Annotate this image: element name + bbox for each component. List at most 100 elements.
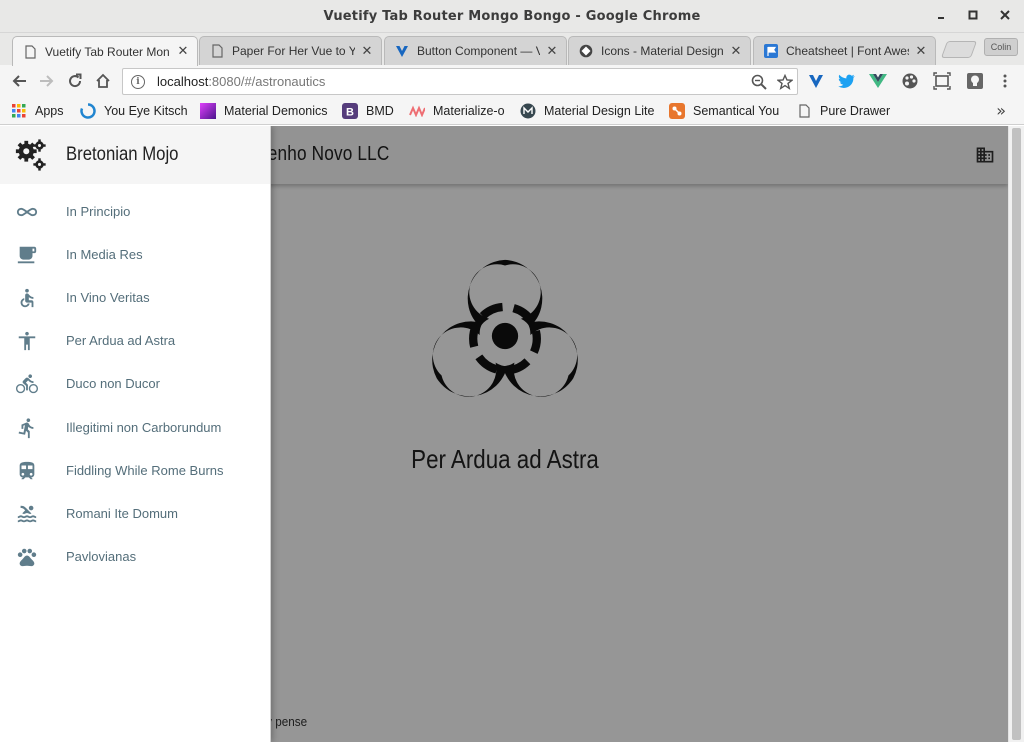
tab-label: Cheatsheet | Font Awes — [786, 44, 909, 58]
browser-tab-cheatsheet-font-awesome[interactable]: Cheatsheet | Font Awes ✕ — [753, 36, 936, 65]
tab-close-icon[interactable]: ✕ — [361, 44, 373, 59]
navigation-drawer: Bretonian Mojo In Principio In Media Res… — [0, 126, 271, 742]
train-icon — [19, 461, 35, 479]
bookmark-material-demonics[interactable]: Material Demonics — [200, 102, 328, 120]
bookmarks-overflow-icon[interactable]: » — [996, 101, 1006, 120]
tab-close-icon[interactable]: ✕ — [915, 44, 927, 59]
close-icon — [1000, 10, 1010, 20]
profile-button[interactable]: Colin — [984, 38, 1018, 56]
tab-label: Icons - Material Design — [601, 44, 724, 58]
settings-gears-icon — [15, 139, 46, 171]
bookmark-label: You Eye Kitsch — [104, 104, 188, 118]
browser-tab-icons-material-design[interactable]: Icons - Material Design ✕ — [568, 36, 751, 65]
close-window-button[interactable] — [998, 8, 1012, 22]
bookmark-label: Pure Drawer — [820, 104, 891, 118]
nav-label: Per Ardua ad Astra — [66, 333, 176, 348]
pool-icon — [17, 505, 37, 522]
nav-label: Fiddling While Rome Burns — [66, 463, 224, 478]
nav-item-per-ardua-ad-astra[interactable]: Per Ardua ad Astra — [0, 319, 270, 362]
new-tab-button[interactable] — [940, 41, 978, 58]
nav-label: Romani Ite Domum — [66, 506, 178, 521]
more-vert-icon — [1003, 74, 1007, 88]
bookmark-star-icon[interactable] — [777, 74, 793, 90]
svg-text:B: B — [346, 107, 354, 119]
window-controls — [934, 8, 1012, 22]
chrome-menu-button[interactable] — [995, 71, 1015, 91]
forward-button[interactable] — [36, 70, 58, 92]
bootstrap-icon: B — [342, 103, 358, 119]
page-scrollbar[interactable] — [1008, 126, 1024, 742]
tab-close-icon[interactable]: ✕ — [730, 44, 742, 59]
maximize-button[interactable] — [966, 8, 980, 22]
bookmark-bmd[interactable]: B BMD — [342, 102, 394, 120]
bookmark-material-design-lite[interactable]: Material Design Lite — [520, 102, 654, 120]
nav-item-in-principio[interactable]: In Principio — [0, 190, 270, 233]
bookmark-label: Apps — [35, 104, 64, 118]
reload-icon — [69, 73, 82, 88]
flag-icon — [764, 44, 778, 58]
nav-item-in-media-res[interactable]: In Media Res — [0, 233, 270, 276]
vue-devtools-extension-icon[interactable] — [868, 71, 888, 91]
home-button[interactable] — [92, 70, 114, 92]
bookmark-apps[interactable]: Apps — [11, 102, 64, 120]
minimize-icon — [938, 17, 944, 19]
vuetify-extension-icon[interactable] — [806, 71, 826, 91]
tab-close-icon[interactable]: ✕ — [546, 44, 558, 59]
materialize-icon — [409, 103, 425, 119]
loader-icon — [80, 103, 96, 119]
nav-item-pavlovianas[interactable]: Pavlovianas — [0, 535, 270, 578]
arrow-back-icon — [12, 75, 26, 87]
page-icon — [23, 44, 37, 59]
nav-item-illegitimi-non-carborundum[interactable]: Illegitimi non Carborundum — [0, 406, 270, 449]
reload-button[interactable] — [64, 70, 86, 92]
maximize-icon — [968, 10, 978, 20]
scrollbar-thumb[interactable] — [1012, 128, 1021, 740]
tab-close-icon[interactable]: ✕ — [177, 44, 189, 59]
twitter-extension-icon[interactable] — [837, 71, 857, 91]
vuetify-icon — [395, 44, 409, 58]
home-icon — [96, 73, 110, 88]
bookmark-label: Semantical You — [693, 104, 780, 118]
back-button[interactable] — [8, 70, 30, 92]
page-icon — [796, 103, 812, 119]
tab-strip: Vuetify Tab Router Mon ✕ Paper For Her V… — [0, 33, 1024, 66]
minimize-button[interactable] — [934, 8, 948, 22]
nav-item-romani-ite-domum[interactable]: Romani Ite Domum — [0, 492, 270, 535]
zoom-icon[interactable] — [751, 74, 767, 90]
screen-capture-extension-icon[interactable] — [932, 71, 952, 91]
tab-label: Button Component — V — [417, 44, 540, 58]
nav-label: Pavlovianas — [66, 549, 137, 564]
bookmark-label: BMD — [366, 104, 394, 118]
bookmark-pure-drawer[interactable]: Pure Drawer — [796, 102, 890, 120]
nav-item-duco-non-ducor[interactable]: Duco non Ducor — [0, 362, 270, 405]
apps-grid-icon — [11, 103, 27, 119]
address-bar[interactable]: i localhost:8080/#/astronautics — [122, 68, 798, 95]
browser-toolbar: i localhost:8080/#/astronautics — [0, 65, 1024, 97]
window-title: Vuetify Tab Router Mongo Bongo - Google … — [323, 8, 701, 24]
nav-label: In Media Res — [66, 247, 143, 262]
bookmark-semantical-you[interactable]: Semantical You — [669, 102, 779, 120]
bookmark-you-eye-kitsch[interactable]: You Eye Kitsch — [80, 102, 188, 120]
url-host: localhost — [157, 74, 209, 89]
arrow-forward-icon — [40, 75, 54, 87]
drawer-header: Bretonian Mojo — [0, 126, 270, 184]
page-icon — [210, 44, 224, 58]
gradient-square-icon — [200, 103, 216, 119]
browser-tab-button-component[interactable]: Button Component — V ✕ — [384, 36, 567, 65]
nav-item-fiddling-while-rome-burns[interactable]: Fiddling While Rome Burns — [0, 449, 270, 492]
url-path: :8080/#/astronautics — [208, 74, 326, 89]
bookmark-materialize-o[interactable]: Materialize-o — [409, 102, 505, 120]
accessible-icon — [20, 288, 34, 307]
nav-item-in-vino-veritas[interactable]: In Vino Veritas — [0, 276, 270, 319]
bookmark-label: Materialize-o — [433, 104, 505, 118]
browser-tab-vuetify-tab-router[interactable]: Vuetify Tab Router Mon ✕ — [12, 36, 198, 66]
window-titlebar: Vuetify Tab Router Mongo Bongo - Google … — [0, 0, 1024, 33]
palette-extension-icon[interactable] — [900, 71, 920, 91]
bookmark-label: Material Design Lite — [544, 104, 655, 118]
browser-tab-paper-for-her[interactable]: Paper For Her Vue to Yo ✕ — [199, 36, 382, 65]
lightbulb-extension-icon[interactable] — [965, 71, 985, 91]
bookmarks-bar: Apps You Eye Kitsch Material Demonics B … — [0, 97, 1024, 125]
site-info-icon[interactable]: i — [131, 74, 145, 89]
nav-label: Illegitimi non Carborundum — [66, 420, 222, 435]
tab-label: Vuetify Tab Router Mon — [45, 44, 170, 59]
